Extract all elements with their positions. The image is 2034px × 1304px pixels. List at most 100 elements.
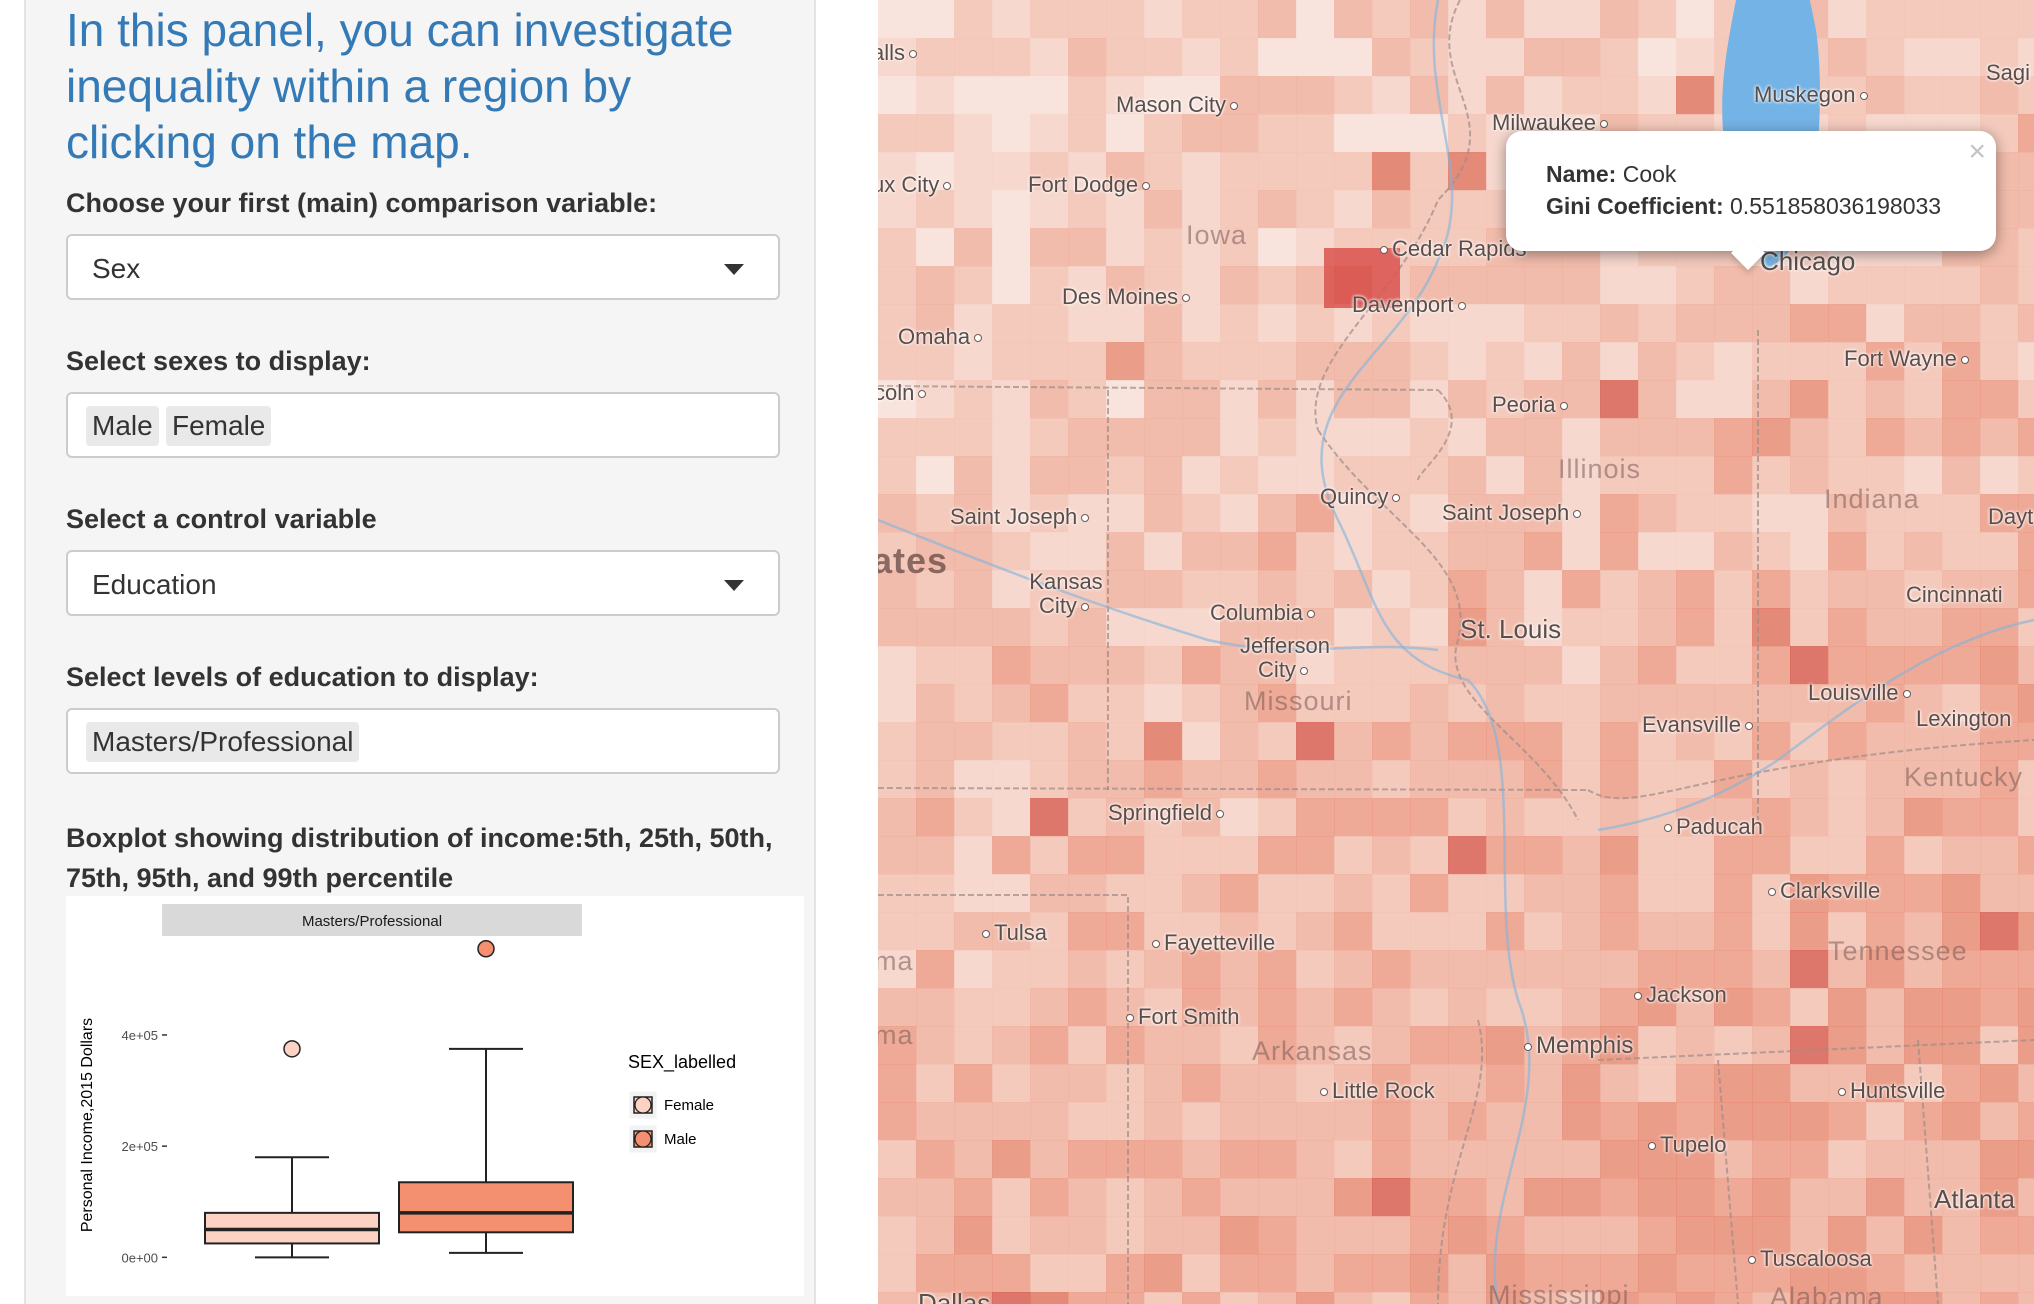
county[interactable]: [1296, 190, 1335, 229]
county[interactable]: [1638, 266, 1677, 305]
county[interactable]: [916, 836, 955, 875]
county[interactable]: [1258, 38, 1297, 77]
county[interactable]: [878, 836, 917, 875]
county[interactable]: [1600, 1178, 1639, 1217]
county[interactable]: [2018, 912, 2034, 951]
county[interactable]: [1068, 874, 1107, 913]
county[interactable]: [1296, 1292, 1335, 1304]
county[interactable]: [1372, 722, 1411, 761]
county[interactable]: [916, 1102, 955, 1141]
county[interactable]: [1068, 722, 1107, 761]
county[interactable]: [992, 152, 1031, 191]
county[interactable]: [1372, 1026, 1411, 1065]
county[interactable]: [1866, 0, 1905, 39]
county[interactable]: [1942, 418, 1981, 457]
county[interactable]: [1030, 1216, 1069, 1255]
county[interactable]: [1182, 456, 1221, 495]
county[interactable]: [954, 190, 993, 229]
county[interactable]: [1144, 418, 1183, 457]
county[interactable]: [1258, 1178, 1297, 1217]
county[interactable]: [1638, 0, 1677, 39]
county[interactable]: [1334, 836, 1373, 875]
county[interactable]: [1334, 1216, 1373, 1255]
county[interactable]: [1600, 912, 1639, 951]
county[interactable]: [2018, 988, 2034, 1027]
county[interactable]: [992, 760, 1031, 799]
control-variable-select[interactable]: Education: [66, 550, 780, 616]
county[interactable]: [1524, 1102, 1563, 1141]
county[interactable]: [1144, 836, 1183, 875]
county[interactable]: [1942, 494, 1981, 533]
county[interactable]: [1030, 532, 1069, 571]
county[interactable]: [1372, 684, 1411, 723]
county[interactable]: [1676, 836, 1715, 875]
county[interactable]: [1942, 380, 1981, 419]
county[interactable]: [1068, 1064, 1107, 1103]
county[interactable]: [1828, 0, 1867, 39]
county[interactable]: [1524, 988, 1563, 1027]
county[interactable]: [1030, 760, 1069, 799]
county[interactable]: [1714, 532, 1753, 571]
county[interactable]: [1182, 684, 1221, 723]
county[interactable]: [1182, 114, 1221, 153]
county[interactable]: [1714, 874, 1753, 913]
county[interactable]: [1068, 646, 1107, 685]
county[interactable]: [954, 266, 993, 305]
county[interactable]: [1106, 38, 1145, 77]
county[interactable]: [1296, 304, 1335, 343]
county[interactable]: [992, 1026, 1031, 1065]
county[interactable]: [954, 1064, 993, 1103]
county[interactable]: [1410, 1178, 1449, 1217]
county[interactable]: [1486, 722, 1525, 761]
county[interactable]: [1258, 418, 1297, 457]
county[interactable]: [1106, 532, 1145, 571]
county[interactable]: [992, 266, 1031, 305]
county[interactable]: [1182, 1140, 1221, 1179]
county[interactable]: [1486, 760, 1525, 799]
county[interactable]: [2018, 1026, 2034, 1065]
county[interactable]: [1182, 1254, 1221, 1293]
county[interactable]: [1258, 1254, 1297, 1293]
county[interactable]: [1448, 836, 1487, 875]
county[interactable]: [1600, 874, 1639, 913]
county[interactable]: [2018, 950, 2034, 989]
county[interactable]: [1676, 1178, 1715, 1217]
county[interactable]: [1334, 114, 1373, 153]
county[interactable]: [916, 912, 955, 951]
county[interactable]: [1904, 836, 1943, 875]
county[interactable]: [992, 1292, 1031, 1304]
county[interactable]: [1828, 304, 1867, 343]
county[interactable]: [1562, 684, 1601, 723]
county[interactable]: [1410, 798, 1449, 837]
county[interactable]: [1980, 418, 2019, 457]
county[interactable]: [954, 1140, 993, 1179]
county[interactable]: [1486, 1140, 1525, 1179]
county[interactable]: [992, 1254, 1031, 1293]
county[interactable]: [916, 418, 955, 457]
county[interactable]: [1030, 1178, 1069, 1217]
county[interactable]: [1714, 570, 1753, 609]
county[interactable]: [916, 874, 955, 913]
county[interactable]: [1068, 1026, 1107, 1065]
county[interactable]: [1144, 1140, 1183, 1179]
county[interactable]: [1182, 874, 1221, 913]
county[interactable]: [1220, 1140, 1259, 1179]
county[interactable]: [1638, 418, 1677, 457]
county[interactable]: [1106, 836, 1145, 875]
county[interactable]: [1372, 532, 1411, 571]
county[interactable]: [1296, 38, 1335, 77]
county[interactable]: [992, 532, 1031, 571]
county[interactable]: [954, 1178, 993, 1217]
county[interactable]: [878, 646, 917, 685]
county[interactable]: [1448, 988, 1487, 1027]
county[interactable]: [1144, 114, 1183, 153]
county[interactable]: [1676, 1064, 1715, 1103]
county[interactable]: [992, 0, 1031, 39]
county[interactable]: [1638, 760, 1677, 799]
county[interactable]: [1980, 266, 2019, 305]
county[interactable]: [954, 608, 993, 647]
county[interactable]: [992, 646, 1031, 685]
county[interactable]: [1752, 950, 1791, 989]
county[interactable]: [1448, 912, 1487, 951]
county[interactable]: [1410, 988, 1449, 1027]
